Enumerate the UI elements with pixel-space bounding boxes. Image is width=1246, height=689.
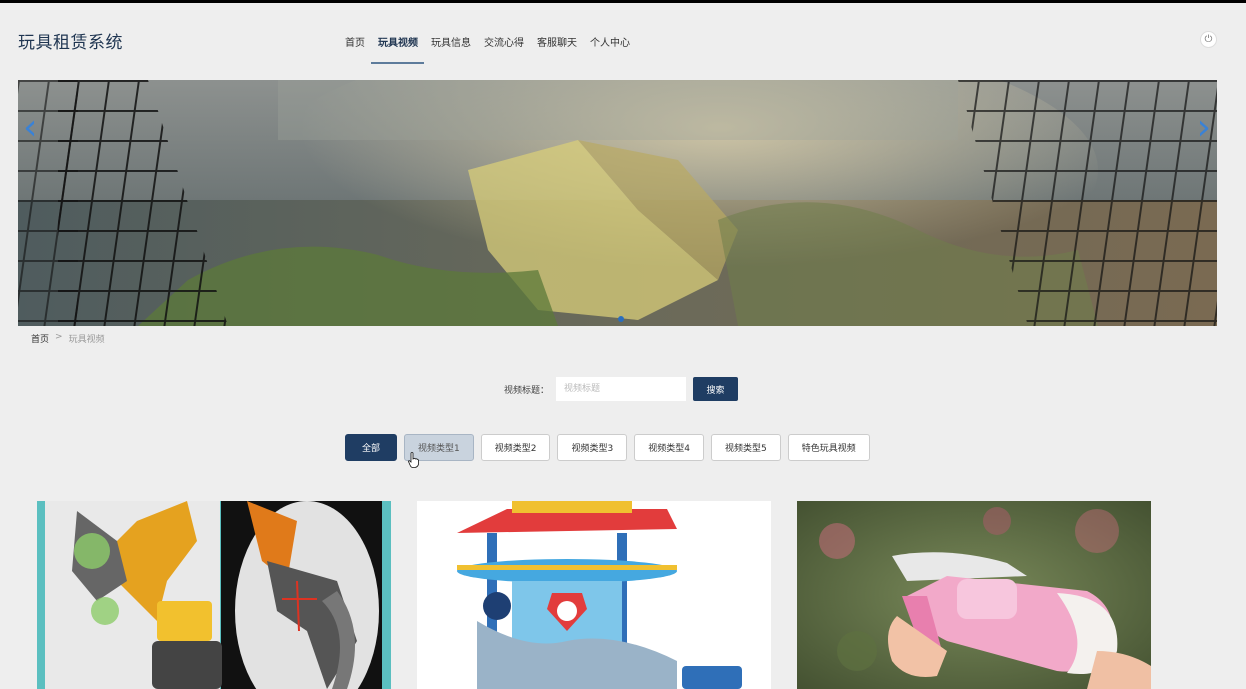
video-thumbnail-paw-patrol-tower xyxy=(417,501,771,689)
nav-item-toy-info[interactable]: 玩具信息 xyxy=(424,30,477,64)
breadcrumb: 首页 > 玩具视频 xyxy=(31,332,105,345)
chevron-right-icon[interactable]: › xyxy=(1197,110,1211,146)
app-title: 玩具租赁系统 xyxy=(18,33,123,53)
category-featured[interactable]: 特色玩具视频 xyxy=(787,434,870,461)
nav-item-experience-sharing[interactable]: 交流心得 xyxy=(477,30,530,64)
breadcrumb-home[interactable]: 首页 xyxy=(31,332,49,345)
video-card[interactable] xyxy=(797,501,1151,689)
nav-item-home[interactable]: 首页 xyxy=(338,30,371,64)
video-card[interactable] xyxy=(417,501,771,689)
video-card[interactable] xyxy=(37,501,391,689)
banner-image xyxy=(18,80,1217,326)
category-all[interactable]: 全部 xyxy=(345,434,398,461)
search-input[interactable] xyxy=(556,377,686,401)
video-thumbnail-water-gun xyxy=(797,501,1151,689)
search-label: 视频标题： xyxy=(504,385,550,396)
category-type-4[interactable]: 视频类型4 xyxy=(634,434,704,461)
banner-carousel[interactable]: ‹ › xyxy=(18,80,1217,326)
power-icon[interactable]: ⏻ xyxy=(1200,31,1217,48)
main-nav: 首页 玩具视频 玩具信息 交流心得 客服聊天 个人中心 xyxy=(338,30,636,64)
category-type-3[interactable]: 视频类型3 xyxy=(557,434,628,461)
hand-cursor-icon xyxy=(408,452,419,468)
breadcrumb-separator: > xyxy=(55,332,63,342)
category-type-2[interactable]: 视频类型2 xyxy=(480,434,551,461)
category-type-5[interactable]: 视频类型5 xyxy=(710,434,781,461)
nav-item-toy-videos[interactable]: 玩具视频 xyxy=(371,30,424,64)
chevron-left-icon[interactable]: ‹ xyxy=(23,110,37,146)
search-form: 视频标题： 搜索 xyxy=(504,377,738,401)
category-filter: 全部 视频类型1 视频类型2 视频类型3 视频类型4 视频类型5 特色玩具视频 xyxy=(345,434,870,461)
video-thumbnail-excavator xyxy=(37,501,391,689)
breadcrumb-current: 玩具视频 xyxy=(68,335,105,345)
carousel-indicator[interactable] xyxy=(618,316,624,322)
top-border xyxy=(0,0,1246,3)
search-button[interactable]: 搜索 xyxy=(693,377,738,401)
nav-item-customer-chat[interactable]: 客服聊天 xyxy=(530,30,583,64)
nav-item-personal-center[interactable]: 个人中心 xyxy=(583,30,636,64)
